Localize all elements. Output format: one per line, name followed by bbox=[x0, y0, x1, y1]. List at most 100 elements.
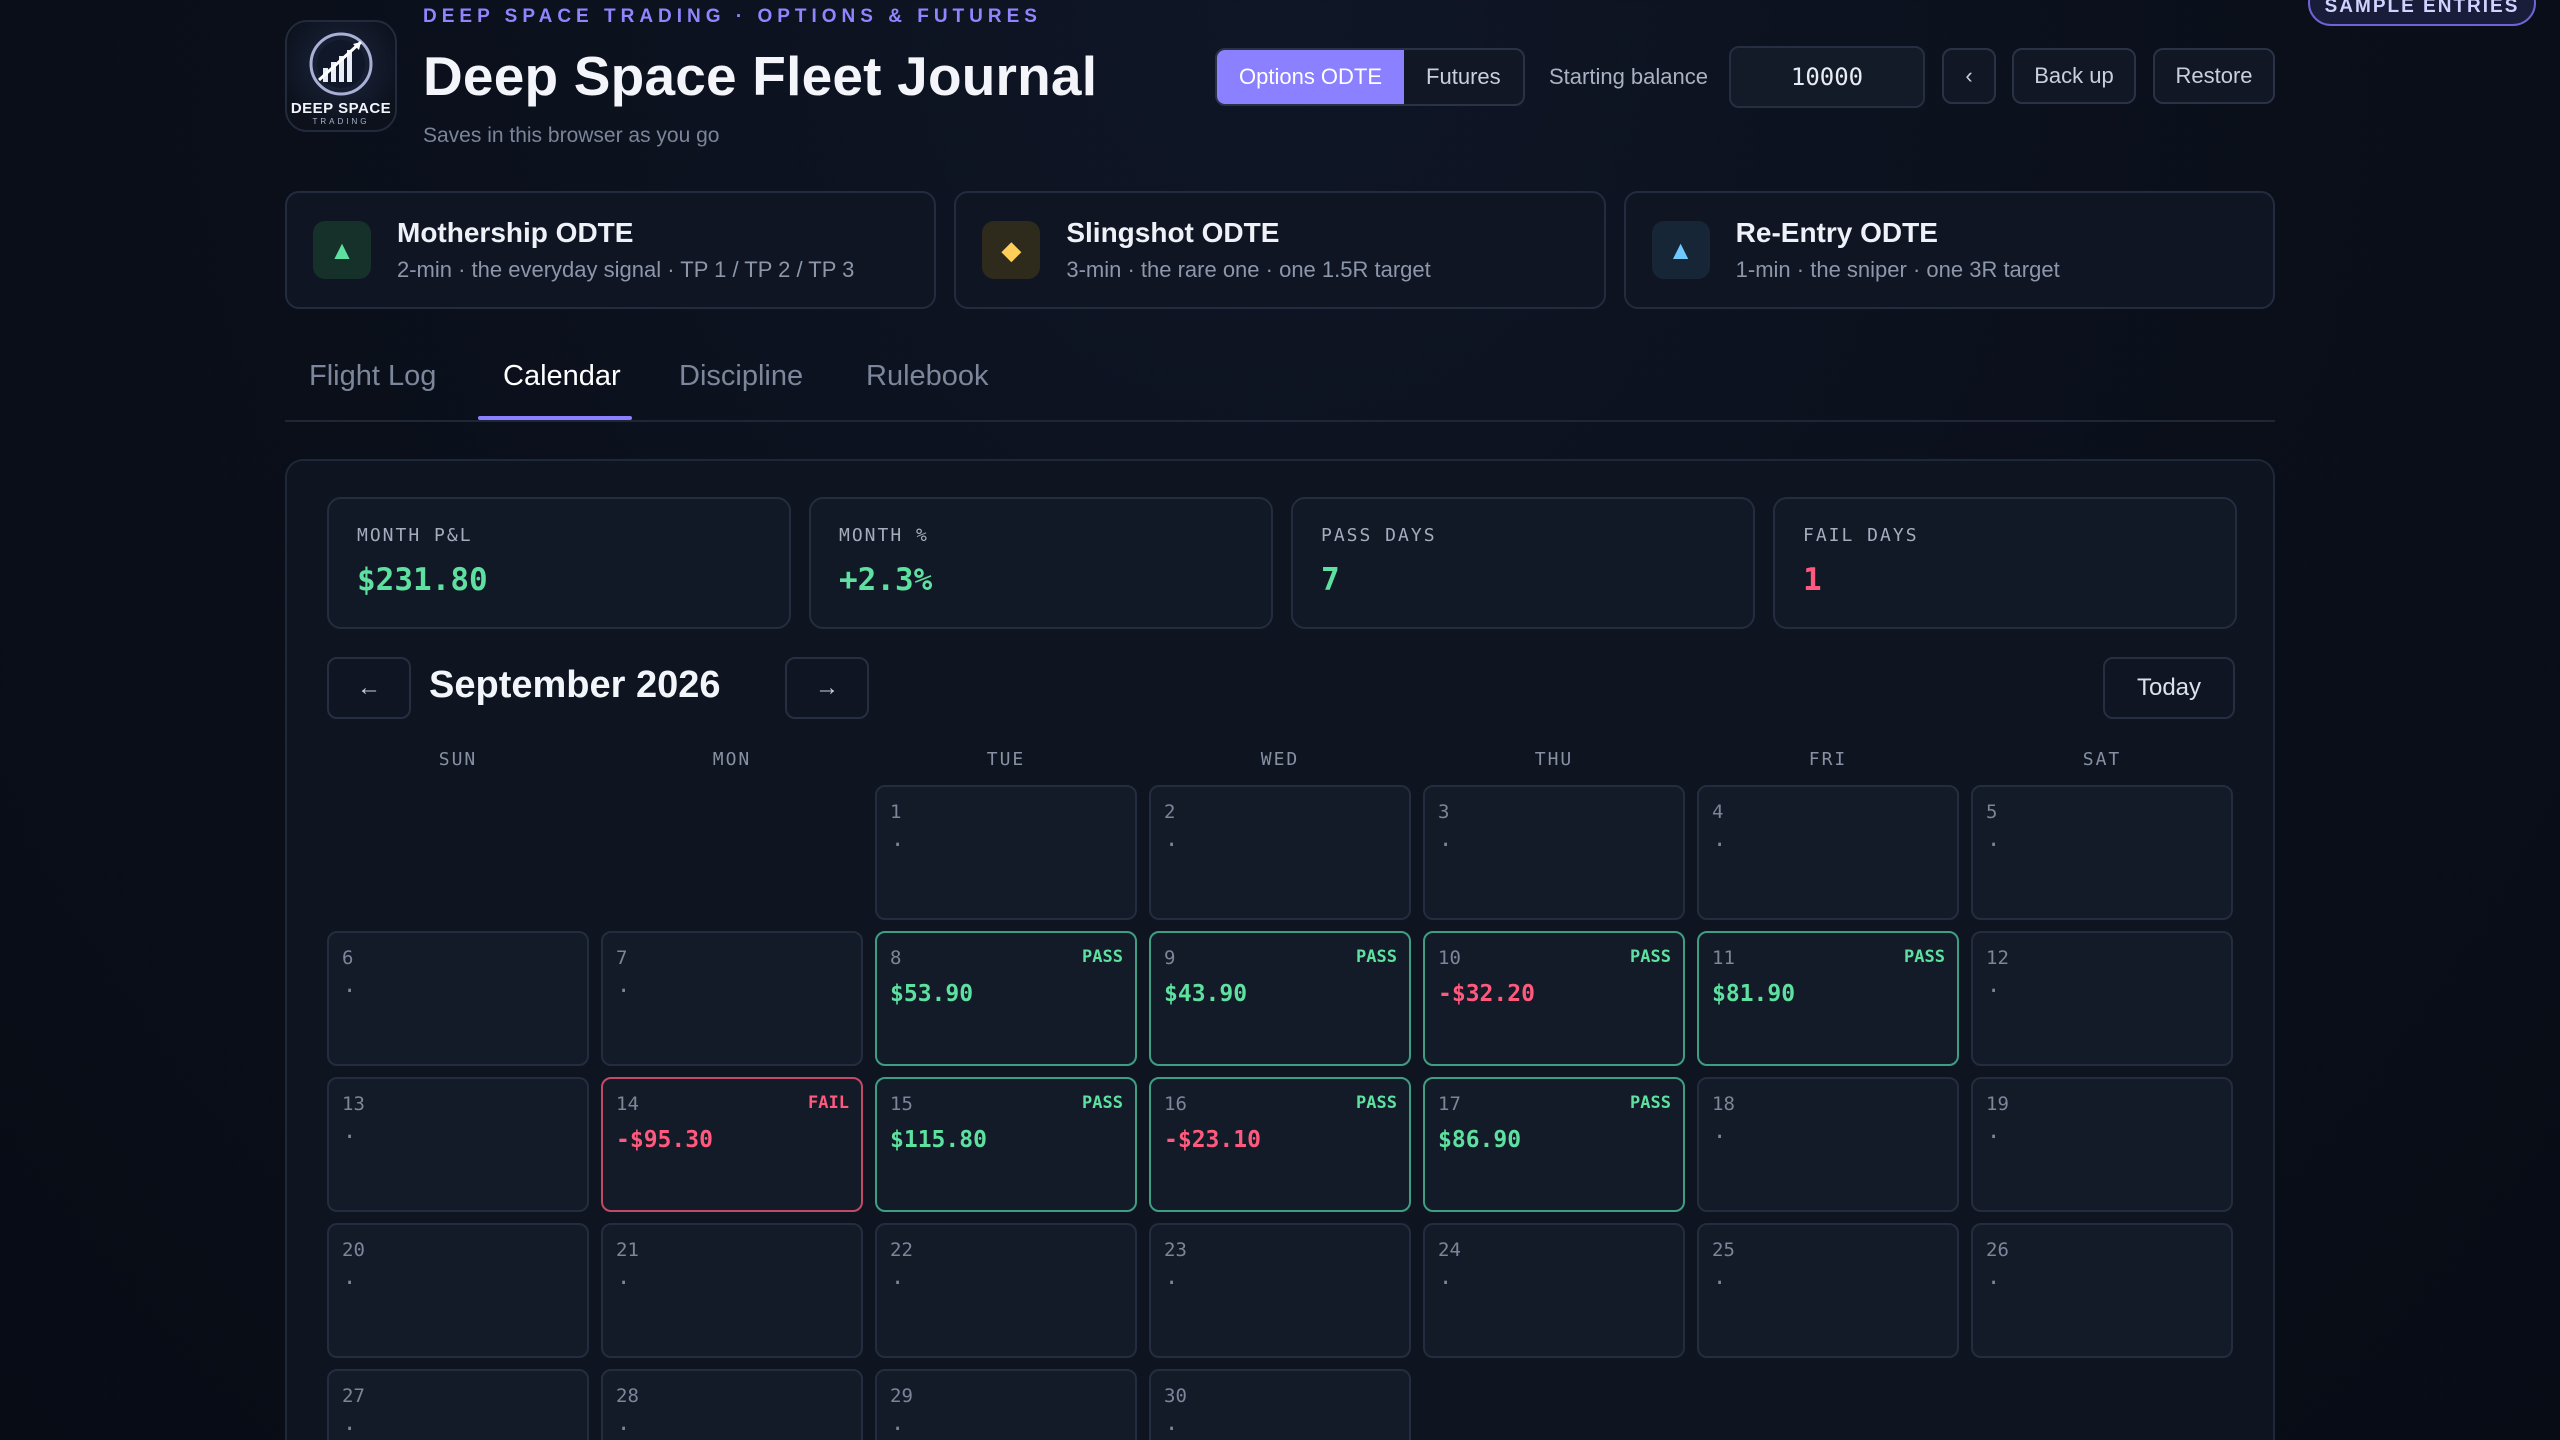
calendar-day-19[interactable]: 19 · bbox=[1971, 1077, 2233, 1212]
day-empty-marker: · bbox=[1987, 1271, 2001, 1296]
day-status-badge: PASS bbox=[1082, 947, 1123, 967]
day-status-badge: PASS bbox=[1356, 1093, 1397, 1113]
tab-rulebook[interactable]: Rulebook bbox=[866, 360, 989, 422]
day-pnl: $43.90 bbox=[1164, 981, 1248, 1007]
day-empty-marker: · bbox=[343, 1125, 357, 1150]
calendar-day-11[interactable]: 11 PASS $81.90 bbox=[1697, 931, 1959, 1066]
day-number: 30 bbox=[1164, 1385, 1187, 1407]
calendar-day-17[interactable]: 17 PASS $86.90 bbox=[1423, 1077, 1685, 1212]
day-number: 12 bbox=[1986, 947, 2009, 969]
calendar-day-8[interactable]: 8 PASS $53.90 bbox=[875, 931, 1137, 1066]
tab-calendar[interactable]: Calendar bbox=[503, 360, 621, 422]
day-empty-marker: · bbox=[1165, 1417, 1179, 1440]
strategy-card-mothership[interactable]: ▲ Mothership ODTE 2-min · the everyday s… bbox=[285, 191, 937, 309]
stat-month-pnl: MONTH P&L $231.80 bbox=[327, 497, 791, 629]
strategy-cards: ▲ Mothership ODTE 2-min · the everyday s… bbox=[285, 191, 2275, 309]
strategy-card-slingshot[interactable]: ◆ Slingshot ODTE 3-min · the rare one · … bbox=[954, 191, 1606, 309]
mode-options-odte-button[interactable]: Options ODTE bbox=[1217, 50, 1405, 104]
calendar-day-15[interactable]: 15 PASS $115.80 bbox=[875, 1077, 1137, 1212]
day-empty-marker: · bbox=[1713, 1271, 1727, 1296]
stat-fail-days: FAIL DAYS 1 bbox=[1773, 497, 2237, 629]
calendar-day-4[interactable]: 4 · bbox=[1697, 785, 1959, 920]
calendar-day-21[interactable]: 21 · bbox=[601, 1223, 863, 1358]
calendar-day-13[interactable]: 13 · bbox=[327, 1077, 589, 1212]
stat-value: +2.3% bbox=[839, 562, 933, 598]
day-number: 19 bbox=[1986, 1093, 2009, 1115]
day-status-badge: PASS bbox=[1904, 947, 1945, 967]
day-number: 7 bbox=[616, 947, 628, 969]
calendar-day-3[interactable]: 3 · bbox=[1423, 785, 1685, 920]
day-empty-marker: · bbox=[617, 1417, 631, 1440]
day-empty-marker: · bbox=[1165, 1271, 1179, 1296]
calendar-day-27[interactable]: 27 · bbox=[327, 1369, 589, 1440]
strategy-name: Slingshot ODTE bbox=[1066, 217, 1280, 248]
day-empty-marker: · bbox=[617, 1271, 631, 1296]
calendar-day-30[interactable]: 30 · bbox=[1149, 1369, 1411, 1440]
tab-discipline[interactable]: Discipline bbox=[679, 360, 803, 422]
day-number: 5 bbox=[1986, 801, 1998, 823]
day-empty-marker: · bbox=[1165, 833, 1179, 858]
calendar-day-7[interactable]: 7 · bbox=[601, 931, 863, 1066]
stat-value: 1 bbox=[1803, 562, 1822, 598]
calendar-day-14[interactable]: 14 FAIL -$95.30 bbox=[601, 1077, 863, 1212]
calendar-day-29[interactable]: 29 · bbox=[875, 1369, 1137, 1440]
triangle-up-icon: ▲ bbox=[313, 221, 371, 279]
stat-value: 7 bbox=[1321, 562, 1340, 598]
calendar-day-5[interactable]: 5 · bbox=[1971, 785, 2233, 920]
calendar-day-20[interactable]: 20 · bbox=[327, 1223, 589, 1358]
calendar-day-26[interactable]: 26 · bbox=[1971, 1223, 2233, 1358]
strategy-desc: 3-min · the rare one · one 1.5R target bbox=[1066, 257, 1431, 282]
weekday-label: SUN bbox=[438, 749, 478, 770]
day-number: 17 bbox=[1438, 1093, 1461, 1115]
calendar-day-23[interactable]: 23 · bbox=[1149, 1223, 1411, 1358]
day-number: 6 bbox=[342, 947, 354, 969]
restore-button[interactable]: Restore bbox=[2153, 48, 2275, 104]
calendar-day-2[interactable]: 2 · bbox=[1149, 785, 1411, 920]
day-pnl: -$32.20 bbox=[1438, 981, 1535, 1007]
day-empty-marker: · bbox=[1439, 1271, 1453, 1296]
calendar-day-18[interactable]: 18 · bbox=[1697, 1077, 1959, 1212]
strategy-name: Mothership ODTE bbox=[397, 217, 634, 248]
today-button[interactable]: Today bbox=[2103, 657, 2235, 719]
starting-balance-input[interactable] bbox=[1729, 46, 1925, 108]
day-empty-marker: · bbox=[1439, 833, 1453, 858]
day-number: 24 bbox=[1438, 1239, 1461, 1261]
day-number: 26 bbox=[1986, 1239, 2009, 1261]
calendar-day-1[interactable]: 1 · bbox=[875, 785, 1137, 920]
day-status-badge: PASS bbox=[1082, 1093, 1123, 1113]
weekday-label: THU bbox=[1534, 749, 1574, 770]
next-month-button[interactable]: → bbox=[785, 657, 869, 719]
calendar-day-28[interactable]: 28 · bbox=[601, 1369, 863, 1440]
brand-logo: DEEP SPACE TRADING bbox=[285, 20, 397, 132]
prev-month-button[interactable]: ← bbox=[327, 657, 411, 719]
mode-futures-button[interactable]: Futures bbox=[1404, 50, 1523, 104]
calendar-day-24[interactable]: 24 · bbox=[1423, 1223, 1685, 1358]
calendar-day-12[interactable]: 12 · bbox=[1971, 931, 2233, 1066]
starting-balance-label: Starting balance bbox=[1549, 64, 1708, 89]
logo-name: DEEP SPACE bbox=[290, 100, 392, 117]
day-number: 28 bbox=[616, 1385, 639, 1407]
day-empty-marker: · bbox=[617, 979, 631, 1004]
day-number: 29 bbox=[890, 1385, 913, 1407]
backup-button[interactable]: Back up bbox=[2012, 48, 2136, 104]
collapse-button[interactable]: ‹ bbox=[1942, 48, 1996, 104]
page-title: Deep Space Fleet Journal bbox=[423, 45, 1098, 107]
day-number: 20 bbox=[342, 1239, 365, 1261]
calendar-day-25[interactable]: 25 · bbox=[1697, 1223, 1959, 1358]
calendar-panel: MONTH P&L $231.80 MONTH % +2.3% PASS DAY… bbox=[285, 459, 2275, 1440]
month-stats: MONTH P&L $231.80 MONTH % +2.3% PASS DAY… bbox=[327, 497, 2237, 629]
day-status-badge: PASS bbox=[1630, 1093, 1671, 1113]
sample-entries-badge[interactable]: SAMPLE ENTRIES bbox=[2308, 0, 2536, 26]
calendar-day-16[interactable]: 16 PASS -$23.10 bbox=[1149, 1077, 1411, 1212]
save-notice: Saves in this browser as you go bbox=[423, 124, 720, 147]
day-number: 22 bbox=[890, 1239, 913, 1261]
calendar-day-9[interactable]: 9 PASS $43.90 bbox=[1149, 931, 1411, 1066]
tab-flight-log[interactable]: Flight Log bbox=[309, 360, 436, 422]
calendar-day-10[interactable]: 10 PASS -$32.20 bbox=[1423, 931, 1685, 1066]
calendar-day-22[interactable]: 22 · bbox=[875, 1223, 1137, 1358]
calendar-day-6[interactable]: 6 · bbox=[327, 931, 589, 1066]
day-empty-marker: · bbox=[891, 1417, 905, 1440]
stat-value: $231.80 bbox=[357, 562, 488, 598]
strategy-card-reentry[interactable]: ▲ Re-Entry ODTE 1-min · the sniper · one… bbox=[1623, 191, 2275, 309]
day-empty-marker: · bbox=[1713, 1125, 1727, 1150]
